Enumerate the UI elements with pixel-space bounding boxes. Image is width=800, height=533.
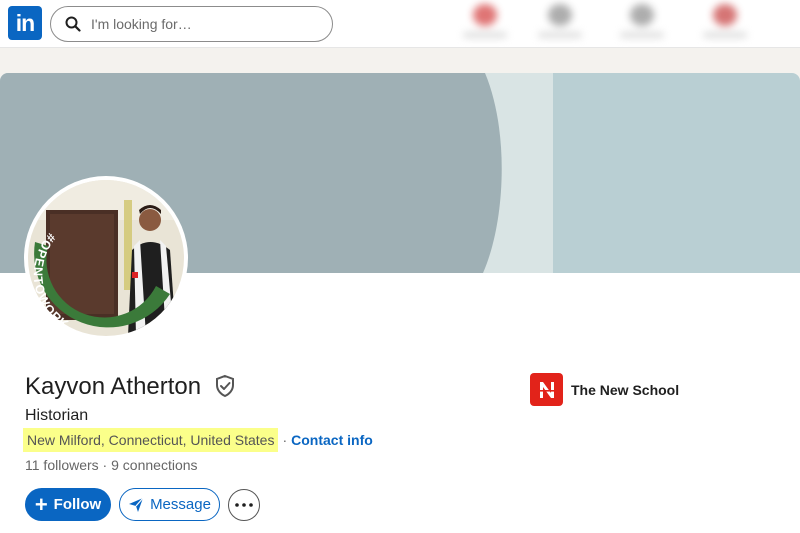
plus-icon: +	[34, 491, 48, 517]
nav-item-jobs[interactable]	[530, 2, 590, 44]
connections-count[interactable]: 9 connections	[111, 457, 197, 473]
global-nav: in	[0, 0, 800, 48]
followers-count[interactable]: 11 followers	[25, 457, 99, 473]
search-box[interactable]	[50, 6, 333, 42]
profile-name: Kayvon Atherton	[25, 373, 202, 400]
school-logo	[530, 373, 563, 406]
message-button[interactable]: Message	[119, 488, 220, 521]
verified-shield-icon[interactable]	[214, 374, 236, 398]
profile-actions: + Follow Message	[25, 488, 260, 521]
location-row: New Milford, Connecticut, United States …	[23, 427, 373, 453]
network-stats: 11 followers · 9 connections	[25, 457, 198, 473]
nav-item-alerts[interactable]	[695, 2, 755, 44]
more-actions-button[interactable]	[228, 488, 260, 521]
separator-dot: ·	[282, 432, 288, 448]
more-dots-icon	[235, 502, 253, 507]
contact-info-link[interactable]: Contact info	[291, 432, 373, 448]
notifications-icon	[473, 4, 497, 26]
follow-label: Follow	[53, 496, 102, 513]
message-label: Message	[150, 496, 211, 513]
stats-separator: ·	[98, 457, 112, 473]
nav-item-notifications[interactable]	[455, 2, 515, 44]
profile-location: New Milford, Connecticut, United States	[23, 428, 279, 452]
open-to-work-frame: #OPENTOWORK	[31, 231, 171, 332]
linkedin-logo[interactable]: in	[8, 6, 42, 40]
new-school-n-icon	[537, 381, 556, 398]
follow-button[interactable]: + Follow	[25, 488, 111, 521]
search-icon	[65, 16, 81, 32]
nav-item-messaging[interactable]	[612, 2, 672, 44]
send-icon	[129, 497, 144, 512]
profile-card: #OPENTOWORK Kayvon Atherton Historian Ne…	[0, 73, 800, 533]
messaging-icon	[630, 4, 654, 26]
education-link[interactable]: The New School	[530, 373, 679, 406]
school-name: The New School	[571, 381, 680, 398]
jobs-icon	[548, 4, 572, 26]
profile-headline: Historian	[25, 407, 89, 424]
alerts-icon	[713, 4, 737, 26]
search-input[interactable]	[91, 16, 311, 32]
